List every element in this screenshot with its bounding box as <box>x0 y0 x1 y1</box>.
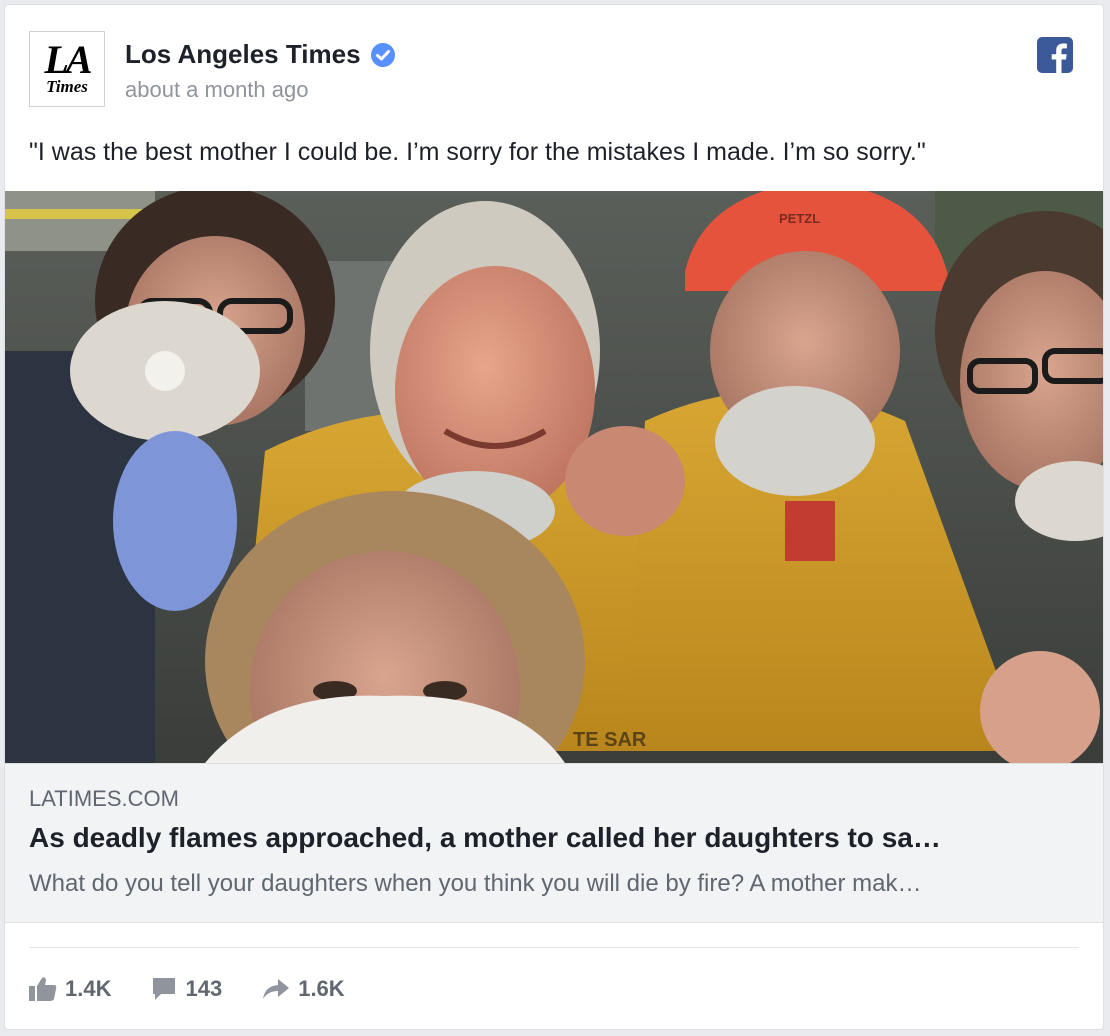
comment-count[interactable]: 143 <box>151 976 222 1002</box>
link-preview[interactable]: LATIMES.COM As deadly flames approached,… <box>5 763 1103 923</box>
comment-count-text: 143 <box>185 976 223 1001</box>
facebook-icon[interactable] <box>1037 37 1073 73</box>
like-count-text: 1.4K <box>65 976 112 1001</box>
link-description: What do you tell your daughters when you… <box>29 870 922 897</box>
link-title[interactable]: As deadly flames approached, a mother ca… <box>29 822 1081 854</box>
page-avatar-logo[interactable]: LA Times <box>29 31 105 107</box>
link-domain: LATIMES.COM <box>29 786 179 811</box>
page-name-text[interactable]: Los Angeles Times <box>125 39 361 70</box>
post-timestamp[interactable]: about a month ago <box>125 77 308 103</box>
jacket-patch-text: TE SAR <box>573 729 647 751</box>
helmet-brand-text: PETZL <box>779 211 820 226</box>
post-photo[interactable]: PETZL TE SAR <box>5 191 1104 763</box>
logo-line-2: Times <box>46 77 88 96</box>
page-name[interactable]: Los Angeles Times <box>125 39 395 70</box>
like-count[interactable]: 1.4K <box>29 976 111 1002</box>
post-card: LA Times Los Angeles Times about a month… <box>4 4 1104 1030</box>
post-header: LA Times Los Angeles Times about a month… <box>29 29 1079 113</box>
verified-badge-icon <box>370 42 395 67</box>
comment-bubble-icon <box>153 978 176 1000</box>
like-thumb-icon <box>29 977 57 1001</box>
logo-line-1: LA <box>44 37 92 82</box>
share-arrow-icon <box>263 979 290 999</box>
post-message: "I was the best mother I could be. I’m s… <box>29 138 926 166</box>
share-count[interactable]: 1.6K <box>262 976 345 1002</box>
post-stats-bar: 1.4K 143 1.6K <box>29 971 345 1007</box>
share-count-text: 1.6K <box>298 976 345 1001</box>
actions-divider <box>29 947 1079 948</box>
